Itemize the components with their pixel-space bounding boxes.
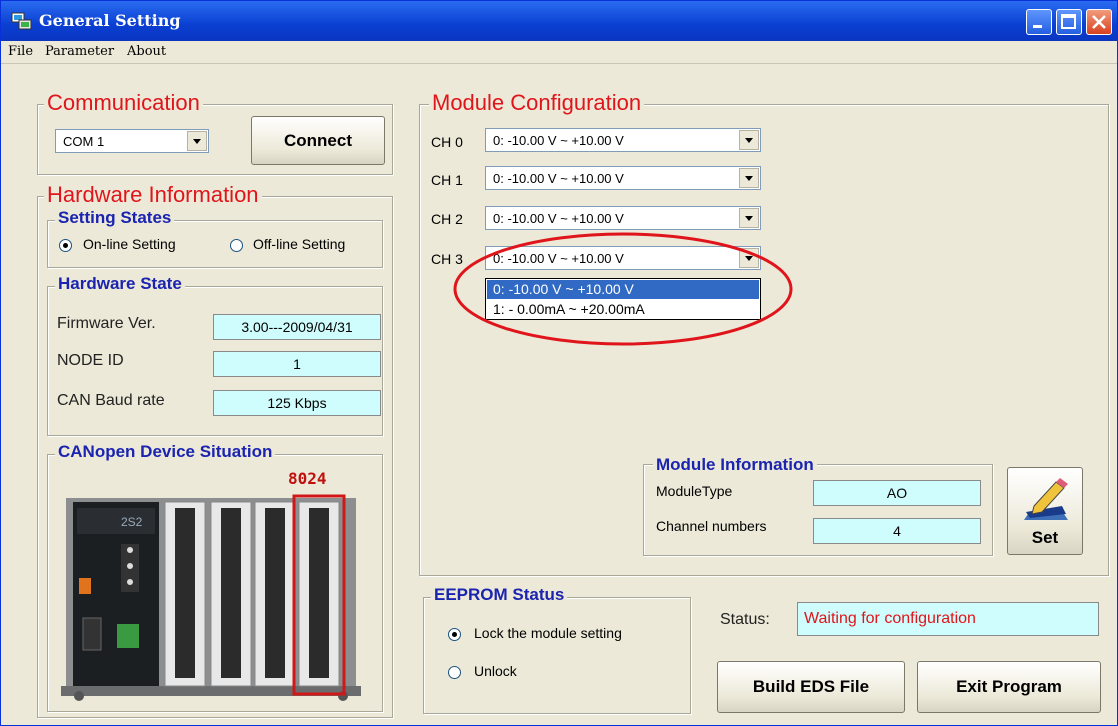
channel-2-label: CH 2	[431, 211, 463, 227]
build-eds-file-button[interactable]: Build EDS File	[717, 661, 905, 713]
title-bar[interactable]: General Setting	[1, 1, 1117, 41]
chevron-down-icon[interactable]	[739, 168, 759, 188]
app-icon	[11, 12, 32, 30]
com-port-select[interactable]: COM 1	[55, 129, 209, 153]
firmware-field: 3.00---2009/04/31	[213, 314, 381, 340]
baud-rate-field: 125 Kbps	[213, 390, 381, 416]
lock-setting-label: Lock the module setting	[474, 625, 622, 641]
setting-states-title: Setting States	[55, 208, 175, 228]
channel-1-select[interactable]: 0: -10.00 V ~ +10.00 V	[485, 166, 761, 190]
status-label: Status:	[720, 611, 770, 628]
offline-setting-radio[interactable]	[230, 239, 243, 252]
module-type-field: AO	[813, 480, 981, 506]
menu-about[interactable]: About	[127, 44, 166, 59]
hardware-information-title: Hardware Information	[44, 182, 262, 208]
baud-rate-label: CAN Baud rate	[57, 392, 165, 409]
module-configuration-title: Module Configuration	[429, 90, 645, 116]
menu-file[interactable]: File	[8, 44, 33, 59]
channel-0-value: 0: -10.00 V ~ +10.00 V	[493, 133, 624, 148]
lock-setting-radio[interactable]	[448, 628, 461, 641]
menu-bar: File Parameter About	[1, 41, 1117, 64]
unlock-label: Unlock	[474, 663, 517, 679]
chevron-down-icon[interactable]	[739, 208, 759, 228]
channel-0-label: CH 0	[431, 134, 463, 150]
channel-1-value: 0: -10.00 V ~ +10.00 V	[493, 171, 624, 186]
firmware-label: Firmware Ver.	[57, 315, 156, 332]
online-setting-label: On-line Setting	[83, 236, 176, 252]
node-id-field: 1	[213, 351, 381, 377]
com-port-value: COM 1	[63, 134, 105, 149]
device-situation-title: CANopen Device Situation	[55, 442, 276, 462]
channel-0-select[interactable]: 0: -10.00 V ~ +10.00 V	[485, 128, 761, 152]
maximize-icon	[1061, 14, 1076, 29]
hardware-state-title: Hardware State	[55, 274, 185, 294]
minimize-icon	[1033, 25, 1042, 28]
communication-title: Communication	[44, 90, 203, 116]
channel-numbers-label: Channel numbers	[656, 518, 767, 534]
device-rack-image: 2S2	[61, 494, 361, 701]
chevron-down-icon[interactable]	[739, 130, 759, 150]
module-information-title: Module Information	[653, 455, 817, 475]
exit-program-button[interactable]: Exit Program	[917, 661, 1101, 713]
channel-2-value: 0: -10.00 V ~ +10.00 V	[493, 211, 624, 226]
set-button-label: Set	[1031, 528, 1059, 547]
menu-parameter[interactable]: Parameter	[45, 44, 114, 59]
chevron-down-icon[interactable]	[187, 131, 207, 151]
online-setting-radio[interactable]	[59, 239, 72, 252]
offline-setting-label: Off-line Setting	[253, 236, 346, 252]
unlock-radio[interactable]	[448, 666, 461, 679]
set-button[interactable]: Set	[1007, 467, 1083, 555]
maximize-button[interactable]	[1056, 9, 1082, 35]
channel-numbers-field: 4	[813, 518, 981, 544]
minimize-button[interactable]	[1026, 9, 1052, 35]
highlight-ellipse	[453, 232, 793, 346]
eeprom-status-group	[423, 597, 691, 714]
window-title: General Setting	[39, 11, 181, 30]
connect-button[interactable]: Connect	[251, 116, 385, 165]
main-window: General Setting File Parameter About Com…	[0, 0, 1118, 726]
svg-text:2S2: 2S2	[121, 515, 143, 529]
eeprom-status-title: EEPROM Status	[431, 585, 568, 605]
pencil-icon	[1024, 478, 1068, 520]
channel-1-label: CH 1	[431, 172, 463, 188]
node-id-label: NODE ID	[57, 352, 124, 369]
close-button[interactable]	[1086, 9, 1112, 35]
module-type-label: ModuleType	[656, 483, 733, 499]
status-field: Waiting for configuration	[797, 602, 1099, 636]
close-icon	[1092, 15, 1106, 29]
